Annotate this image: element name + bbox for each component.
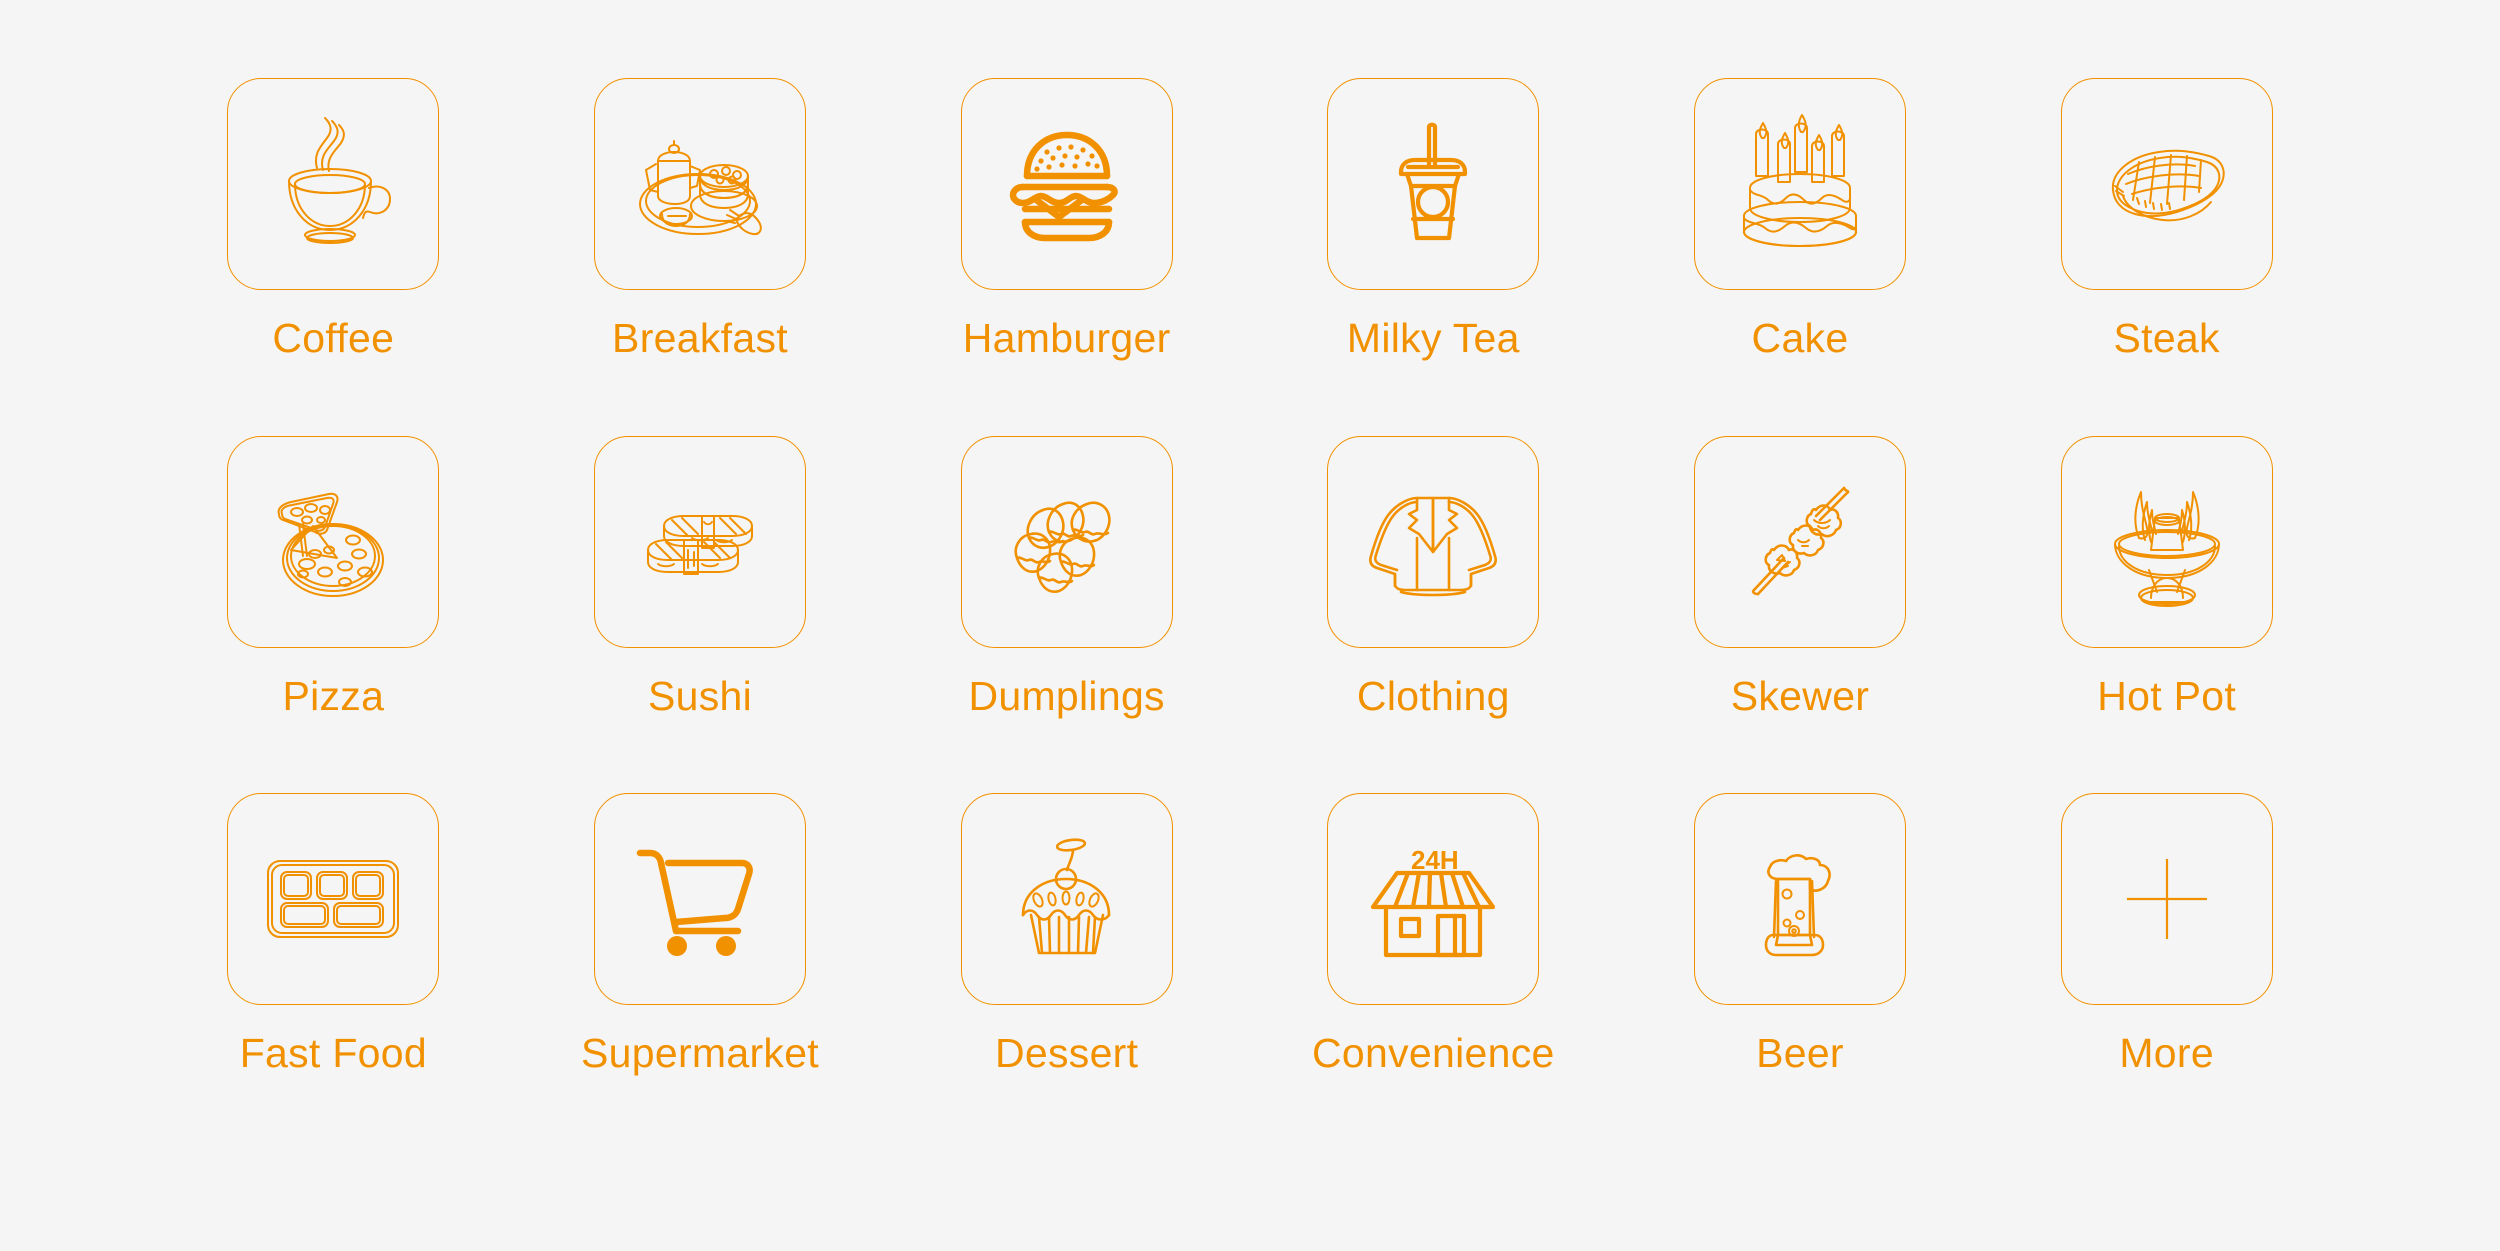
icon-card-clothing[interactable] — [1327, 435, 1540, 648]
category-label: Clothing — [1356, 672, 1510, 719]
category-label: Pizza — [282, 672, 385, 719]
category-label: Dumplings — [968, 672, 1165, 719]
category-item-fast-food[interactable]: Fast Food — [150, 793, 517, 1151]
category-item-dumplings[interactable]: Dumplings — [883, 435, 1250, 794]
clothing-shirt-icon — [1369, 496, 1498, 596]
icon-card-cake[interactable] — [1693, 78, 1906, 290]
category-item-coffee[interactable]: Coffee — [150, 78, 517, 436]
category-item-sushi[interactable]: Sushi — [517, 435, 884, 794]
icon-card-skewer[interactable] — [1693, 435, 1906, 648]
category-label: Milky Tea — [1346, 315, 1520, 361]
icon-card-sushi[interactable] — [593, 435, 806, 648]
category-item-steak[interactable]: Steak — [1983, 78, 2350, 436]
icon-card-supermarket[interactable] — [593, 793, 806, 1006]
category-item-more[interactable]: More — [1983, 793, 2350, 1151]
beer-glass-icon — [1764, 854, 1831, 957]
category-icon-grid: Coffee Breakfast Hamburger Milky Tea Cak… — [0, 0, 2500, 1251]
category-item-beer[interactable]: Beer — [1617, 793, 1984, 1151]
category-label: Breakfast — [612, 315, 788, 361]
icon-card-dessert[interactable] — [960, 793, 1173, 1006]
sushi-icon — [646, 514, 753, 575]
category-item-pizza[interactable]: Pizza — [150, 435, 517, 794]
category-label: Hot Pot — [2097, 672, 2237, 719]
category-item-milky-tea[interactable]: Milky Tea — [1250, 78, 1617, 436]
category-label: Coffee — [272, 315, 395, 361]
icon-card-beer[interactable] — [1693, 793, 1906, 1006]
icon-card-pizza[interactable] — [227, 435, 440, 648]
category-label: Steak — [2113, 315, 2220, 361]
category-label: Supermarket — [580, 1030, 819, 1077]
category-item-cake[interactable]: Cake — [1617, 78, 1984, 436]
shopping-cart-icon — [636, 850, 753, 957]
coffee-cup-icon — [288, 117, 392, 244]
steak-icon — [2111, 149, 2225, 222]
icon-card-breakfast[interactable] — [593, 78, 806, 290]
icon-card-hamburger[interactable] — [960, 78, 1173, 290]
icon-card-dumplings[interactable] — [960, 435, 1173, 648]
birthday-cake-icon — [1742, 114, 1857, 247]
category-label: Cake — [1751, 315, 1849, 361]
category-item-hot-pot[interactable]: Hot Pot — [1983, 435, 2350, 794]
milky-tea-cup-icon — [1399, 122, 1468, 241]
breakfast-tray-icon — [638, 140, 762, 236]
hot-pot-icon — [2113, 490, 2220, 607]
dumplings-icon — [1014, 501, 1111, 593]
category-label: Dessert — [994, 1030, 1139, 1077]
icon-card-fast-food[interactable] — [227, 793, 440, 1006]
icon-card-milky-tea[interactable] — [1327, 78, 1540, 290]
pizza-icon — [277, 492, 385, 597]
category-item-hamburger[interactable]: Hamburger — [883, 78, 1250, 436]
category-label: Hamburger — [962, 315, 1171, 361]
convenience-store-icon: 24H — [1371, 845, 1496, 958]
bento-tray-icon — [267, 860, 400, 939]
category-label: More — [2119, 1030, 2214, 1077]
plus-icon — [2126, 859, 2207, 940]
icon-card-coffee[interactable] — [227, 78, 440, 290]
icon-card-steak[interactable] — [2060, 78, 2273, 290]
icon-card-hot-pot[interactable] — [2060, 435, 2273, 648]
category-item-skewer[interactable]: Skewer — [1617, 435, 1984, 794]
category-item-breakfast[interactable]: Breakfast — [517, 78, 884, 436]
category-label: Skewer — [1730, 672, 1870, 719]
skewer-icon — [1751, 486, 1850, 595]
category-label: Fast Food — [239, 1030, 427, 1077]
category-item-convenience[interactable]: 24H Convenience — [1250, 793, 1617, 1151]
icon-card-more[interactable] — [2060, 793, 2273, 1006]
category-item-dessert[interactable]: Dessert — [883, 793, 1250, 1151]
category-label: Convenience — [1312, 1030, 1555, 1077]
hamburger-icon — [1009, 131, 1118, 242]
category-item-clothing[interactable]: Clothing — [1250, 435, 1617, 794]
cupcake-icon — [1021, 838, 1110, 955]
category-label: Beer — [1756, 1030, 1844, 1077]
icon-card-convenience[interactable]: 24H — [1327, 793, 1540, 1006]
category-label: Sushi — [647, 672, 753, 719]
category-item-supermarket[interactable]: Supermarket — [517, 793, 884, 1151]
store-sign-text: 24H — [1411, 845, 1459, 875]
